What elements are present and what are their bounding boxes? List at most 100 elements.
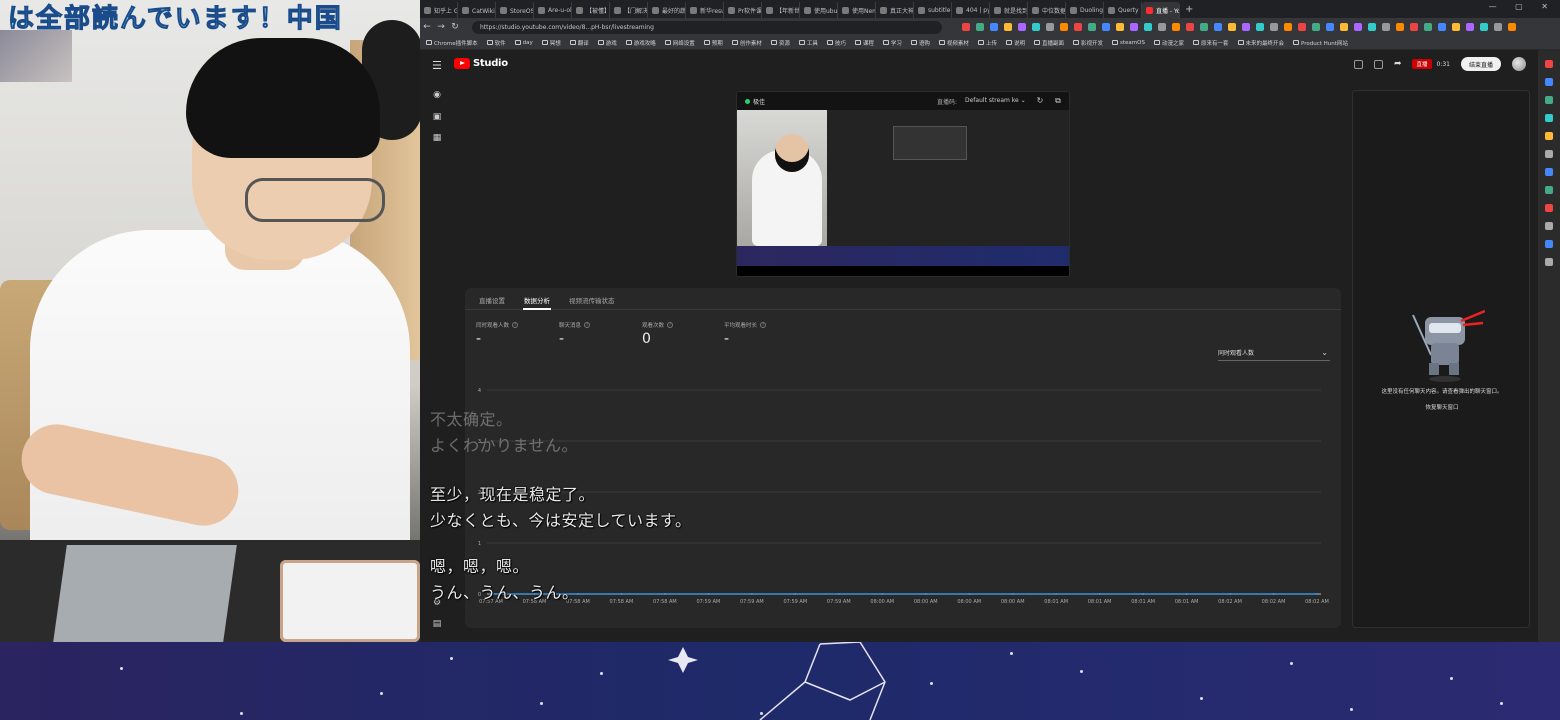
copy-icon[interactable]: ⧉ [1053,96,1063,106]
extension-icon[interactable] [1340,23,1348,31]
reload-icon[interactable]: ↻ [448,22,462,32]
browser-tab[interactable]: Querty Le [1104,2,1142,18]
tab-analytics[interactable]: 数据分析 [524,295,550,305]
extension-icon[interactable] [1116,23,1124,31]
bookmark-item[interactable]: 影视开发 [1072,39,1103,47]
extension-icon[interactable] [1424,23,1432,31]
extension-icon[interactable] [1032,23,1040,31]
extension-icon[interactable] [976,23,984,31]
studio-logo[interactable]: Studio [454,58,508,69]
bookmark-item[interactable]: steamOS [1112,40,1145,46]
browser-tab[interactable]: 【被懂】 [572,2,610,18]
new-tab-icon[interactable]: + [1180,4,1198,15]
side-panel-icon[interactable] [1545,222,1553,230]
side-panel-icon[interactable] [1545,204,1553,212]
extension-icon[interactable] [1382,23,1390,31]
extension-icon[interactable] [1354,23,1362,31]
extension-icon[interactable] [1158,23,1166,31]
bookmark-item[interactable]: 游戏攻略 [625,39,656,47]
extension-icon[interactable] [1256,23,1264,31]
extension-icon[interactable] [1396,23,1404,31]
extension-icon[interactable] [1130,23,1138,31]
bookmark-item[interactable]: 说明 [1005,39,1025,47]
bookmark-item[interactable]: 原来有一套 [1192,39,1229,47]
bookmark-item[interactable]: day [514,40,533,46]
browser-tab[interactable]: 【门解决】 [610,2,648,18]
bookmark-item[interactable]: Product Hunt网站 [1293,39,1348,47]
side-panel-icon[interactable] [1545,150,1553,158]
forward-icon[interactable]: → [434,22,448,32]
restore-chat-link[interactable]: 恢复聊天窗口 [1353,403,1531,411]
bookmark-item[interactable]: 学习 [882,39,902,47]
extension-icon[interactable] [1242,23,1250,31]
address-bar[interactable]: https://studio.youtube.com/video/8...pH-… [472,20,942,34]
bookmark-item[interactable]: 技巧 [826,39,846,47]
popout-icon[interactable] [1353,59,1363,69]
extension-icon[interactable] [1480,23,1488,31]
bookmark-item[interactable]: Chrome插件脚本 [426,39,478,47]
side-panel-icon[interactable] [1545,240,1553,248]
extension-icon[interactable] [1452,23,1460,31]
side-panel-icon[interactable] [1545,78,1553,86]
extension-icon[interactable] [1312,23,1320,31]
browser-tab[interactable]: Are-u-ok [534,2,572,18]
browser-tab[interactable]: StoreOS小 [496,2,534,18]
extension-icon[interactable] [1186,23,1194,31]
browser-tab[interactable]: Duolingo [1066,2,1104,18]
bookmark-item[interactable]: 视频素材 [938,39,969,47]
browser-tab[interactable]: 使用Nem [838,2,876,18]
bookmark-item[interactable]: 直播副面 [1033,39,1064,47]
browser-tab[interactable]: 【年新世】 [762,2,800,18]
browser-tab[interactable]: CatWiki 游 [458,2,496,18]
live-broadcast-icon[interactable]: ◉ [432,90,442,100]
help-icon[interactable]: ? [584,322,591,328]
extension-icon[interactable] [1214,23,1222,31]
browser-tab[interactable]: subtitle-ex [914,2,952,18]
bookmark-item[interactable]: 未来的最终开会 [1237,39,1284,47]
extension-icon[interactable] [1494,23,1502,31]
extension-icon[interactable] [1410,23,1418,31]
help-icon[interactable]: ? [667,322,674,328]
bookmark-item[interactable]: 翻译 [569,39,589,47]
bookmark-item[interactable]: 工具 [798,39,818,47]
browser-tab[interactable]: 最好的蔬 [648,2,686,18]
extension-icon[interactable] [990,23,998,31]
metric-dropdown[interactable]: 同时观看人数 ⌄ [1218,348,1330,361]
extension-icon[interactable] [1004,23,1012,31]
side-panel-icon[interactable] [1545,258,1553,266]
help-icon[interactable]: ? [760,322,767,328]
browser-tab[interactable]: 中位数据 [1028,2,1066,18]
bookmark-item[interactable]: 课程 [854,39,874,47]
browser-tab[interactable]: 就是找到 [990,2,1028,18]
extension-icon[interactable] [1508,23,1516,31]
side-panel-icon[interactable] [1545,132,1553,140]
extension-icon[interactable] [1368,23,1376,31]
extension-icon[interactable] [1438,23,1446,31]
extension-icon[interactable] [1270,23,1278,31]
help-icon[interactable]: ? [512,322,519,328]
bookmark-item[interactable]: 软件 [486,39,506,47]
avatar[interactable] [1512,57,1526,71]
stream-key-select[interactable]: Default stream ke ⌄ [965,97,1026,104]
extension-icon[interactable] [1088,23,1096,31]
extension-icon[interactable] [1144,23,1152,31]
bookmark-item[interactable]: 上传 [977,39,997,47]
camera-icon[interactable]: ▣ [432,112,442,122]
extension-icon[interactable] [1200,23,1208,31]
extension-icon[interactable] [1466,23,1474,31]
browser-tab[interactable]: 真正大神 [876,2,914,18]
extension-icon[interactable] [962,23,970,31]
bookmark-item[interactable]: 游戏 [597,39,617,47]
bookmark-item[interactable]: 冥想 [541,39,561,47]
side-panel-icon[interactable] [1545,96,1553,104]
bookmark-item[interactable]: 网络设置 [664,39,695,47]
browser-tab[interactable]: 使用ubu [800,2,838,18]
extension-icon[interactable] [1298,23,1306,31]
extension-icon[interactable] [1172,23,1180,31]
end-stream-button[interactable]: 结束直播 [1460,57,1501,71]
bookmark-item[interactable]: 创作素材 [731,39,762,47]
extension-icon[interactable] [1060,23,1068,31]
tab-stream-health[interactable]: 视频流传输状态 [569,295,615,305]
window-controls[interactable]: — ▢ ✕ [1489,2,1556,11]
tab-stream-settings[interactable]: 直播设置 [479,295,505,305]
